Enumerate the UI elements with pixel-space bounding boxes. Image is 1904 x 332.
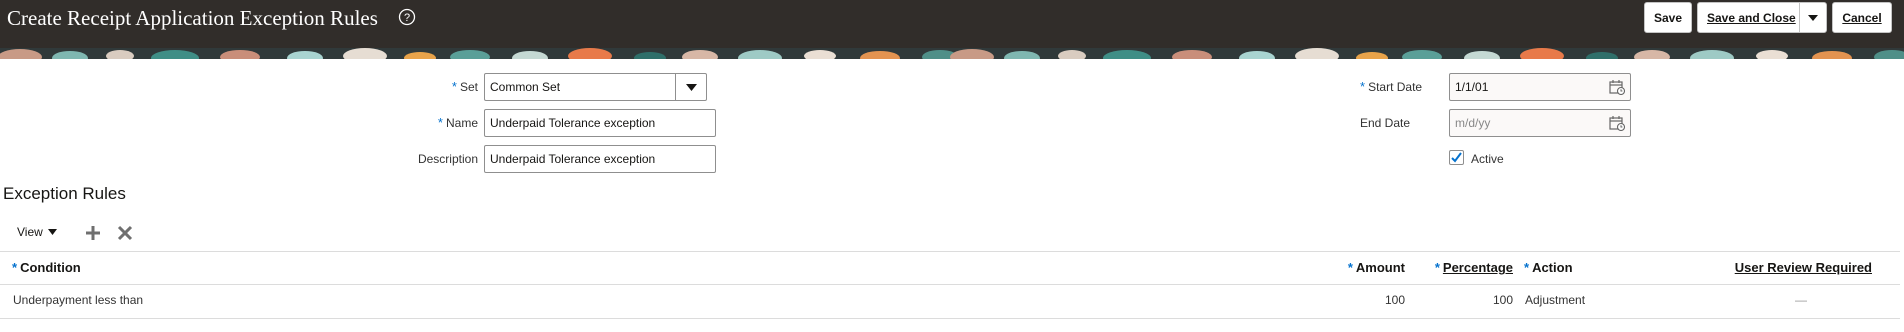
chevron-down-icon bbox=[1808, 14, 1818, 21]
description-field-value: Underpaid Tolerance exception bbox=[490, 152, 656, 166]
cell-user-review-required: — bbox=[1795, 293, 1807, 307]
decorative-banner bbox=[0, 48, 1904, 59]
chevron-down-icon bbox=[47, 229, 57, 235]
column-header-action[interactable]: * Action bbox=[1524, 260, 1573, 275]
save-button[interactable]: Save bbox=[1644, 2, 1692, 33]
cell-action: Adjustment bbox=[1525, 293, 1586, 307]
chevron-down-icon bbox=[685, 83, 697, 91]
cancel-button-label: Cancel bbox=[1842, 10, 1882, 25]
required-indicator: * bbox=[1347, 260, 1353, 275]
page-title: Create Receipt Application Exception Rul… bbox=[7, 6, 378, 30]
set-select-value: Common Set bbox=[490, 80, 561, 94]
active-checkbox[interactable] bbox=[1449, 150, 1464, 165]
table-row-border bbox=[0, 318, 1900, 319]
delete-icon[interactable] bbox=[116, 224, 134, 242]
required-indicator: * bbox=[1360, 79, 1366, 94]
view-menu[interactable]: View bbox=[17, 225, 57, 239]
set-dropdown-button[interactable] bbox=[675, 74, 706, 100]
cell-percentage: 100 bbox=[1492, 293, 1513, 307]
required-indicator: * bbox=[1524, 260, 1530, 275]
name-label: * Name bbox=[437, 115, 478, 130]
required-indicator: * bbox=[451, 79, 457, 94]
start-date-value: 1/1/01 bbox=[1455, 80, 1489, 94]
cancel-button[interactable]: Cancel bbox=[1832, 2, 1892, 33]
end-date-label: End Date bbox=[1360, 116, 1411, 130]
name-field-value: Underpaid Tolerance exception bbox=[490, 116, 656, 130]
cell-condition: Underpayment less than bbox=[13, 293, 144, 307]
table-top-border bbox=[0, 251, 1900, 252]
add-icon[interactable] bbox=[84, 224, 102, 242]
save-and-close-label: Save and Close bbox=[1707, 10, 1796, 25]
start-date-field[interactable]: 1/1/01 bbox=[1449, 73, 1631, 101]
svg-text:?: ? bbox=[404, 12, 410, 24]
end-date-placeholder: m/d/yy bbox=[1455, 116, 1491, 130]
column-header-percentage[interactable]: * Percentage bbox=[1430, 260, 1513, 275]
required-indicator: * bbox=[437, 115, 443, 130]
table-header-border bbox=[0, 284, 1900, 285]
calendar-icon[interactable] bbox=[1609, 79, 1625, 95]
column-header-user-review-required[interactable]: User Review Required bbox=[1720, 260, 1872, 275]
set-label: * Set bbox=[451, 79, 478, 94]
active-label: Active bbox=[1471, 152, 1504, 166]
checkmark-icon bbox=[1451, 152, 1462, 163]
page-header: Create Receipt Application Exception Rul… bbox=[0, 0, 1904, 48]
view-menu-label: View bbox=[17, 225, 43, 239]
column-header-amount[interactable]: * Amount bbox=[1343, 260, 1405, 275]
section-title: Exception Rules bbox=[3, 184, 126, 203]
start-date-label: * Start Date bbox=[1360, 79, 1423, 94]
banner-pattern bbox=[0, 48, 1904, 59]
help-icon[interactable]: ? bbox=[398, 8, 416, 26]
end-date-field[interactable]: m/d/yy bbox=[1449, 109, 1631, 137]
column-header-condition[interactable]: * Condition bbox=[12, 260, 81, 275]
save-options-dropdown[interactable] bbox=[1799, 3, 1826, 32]
required-indicator: * bbox=[1434, 260, 1440, 275]
set-select[interactable]: Common Set bbox=[484, 73, 707, 101]
save-button-label: Save bbox=[1653, 10, 1683, 25]
description-field[interactable]: Underpaid Tolerance exception bbox=[484, 145, 716, 173]
name-field[interactable]: Underpaid Tolerance exception bbox=[484, 109, 716, 137]
save-and-close-button[interactable]: Save and Close bbox=[1697, 2, 1827, 33]
description-label: Description bbox=[417, 152, 478, 166]
calendar-icon[interactable] bbox=[1609, 115, 1625, 131]
cell-amount: 100 bbox=[1384, 293, 1405, 307]
required-indicator: * bbox=[12, 260, 18, 275]
